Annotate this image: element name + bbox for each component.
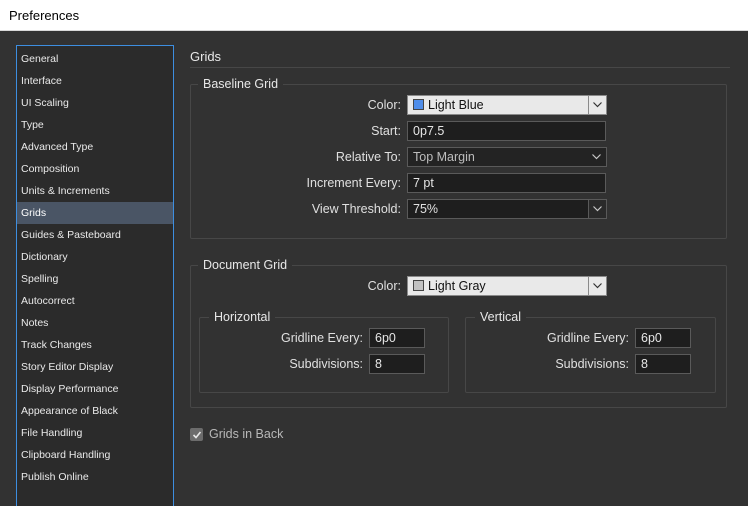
sidebar-item-file-handling[interactable]: File Handling <box>17 422 173 444</box>
view-threshold-combo[interactable]: 75% <box>407 199 607 219</box>
baseline-start-field[interactable]: 0p7.5 <box>407 121 606 141</box>
increment-every-field[interactable]: 7 pt <box>407 173 606 193</box>
chevron-down-icon[interactable] <box>588 148 606 166</box>
vertical-subdivisions-field[interactable]: 8 <box>635 354 691 374</box>
sidebar-item-publish-online[interactable]: Publish Online <box>17 466 173 488</box>
sidebar-item-appearance-of-black[interactable]: Appearance of Black <box>17 400 173 422</box>
horizontal-subdivisions-label: Subdivisions: <box>289 357 363 371</box>
window-title: Preferences <box>0 0 748 31</box>
baseline-start-label: Start: <box>371 124 401 138</box>
preferences-sidebar: General Interface UI Scaling Type Advanced T… <box>16 45 174 506</box>
grids-in-back-checkbox[interactable] <box>190 428 203 441</box>
panel-divider <box>190 67 730 68</box>
increment-every-label: Increment Every: <box>306 176 401 190</box>
sidebar-item-units-increments[interactable]: Units & Increments <box>17 180 173 202</box>
sidebar-item-story-editor-display[interactable]: Story Editor Display <box>17 356 173 378</box>
sidebar-item-notes[interactable]: Notes <box>17 312 173 334</box>
baseline-color-label: Color: <box>367 98 401 112</box>
baseline-color-dropdown[interactable]: Light Blue <box>407 95 607 115</box>
sidebar-item-grids[interactable]: Grids <box>17 202 173 224</box>
view-threshold-value: 75% <box>413 202 439 216</box>
vertical-gridline-field[interactable]: 6p0 <box>635 328 691 348</box>
relative-to-dropdown[interactable]: Top Margin <box>407 147 607 167</box>
sidebar-item-ui-scaling[interactable]: UI Scaling <box>17 92 173 114</box>
horizontal-gridline-label: Gridline Every: <box>281 331 363 345</box>
document-color-dropdown[interactable]: Light Gray <box>407 276 607 296</box>
panel-title: Grids <box>190 49 222 64</box>
chevron-down-icon[interactable] <box>588 96 606 114</box>
baseline-color-swatch <box>413 99 424 110</box>
sidebar-item-advanced-type[interactable]: Advanced Type <box>17 136 173 158</box>
sidebar-item-track-changes[interactable]: Track Changes <box>17 334 173 356</box>
checkmark-icon <box>192 431 202 439</box>
baseline-grid-title: Baseline Grid <box>198 77 284 91</box>
sidebar-item-dictionary[interactable]: Dictionary <box>17 246 173 268</box>
vertical-title: Vertical <box>475 310 526 324</box>
sidebar-item-interface[interactable]: Interface <box>17 70 173 92</box>
sidebar-item-composition[interactable]: Composition <box>17 158 173 180</box>
vertical-subdivisions-label: Subdivisions: <box>555 357 629 371</box>
sidebar-item-display-performance[interactable]: Display Performance <box>17 378 173 400</box>
sidebar-item-clipboard-handling[interactable]: Clipboard Handling <box>17 444 173 466</box>
chevron-down-icon[interactable] <box>588 200 606 218</box>
document-color-label: Color: <box>367 279 401 293</box>
baseline-color-value: Light Blue <box>428 98 484 112</box>
document-grid-title: Document Grid <box>198 258 293 272</box>
sidebar-item-guides-pasteboard[interactable]: Guides & Pasteboard <box>17 224 173 246</box>
horizontal-gridline-field[interactable]: 6p0 <box>369 328 425 348</box>
relative-to-value: Top Margin <box>413 150 475 164</box>
document-color-swatch <box>413 280 424 291</box>
grids-in-back-label[interactable]: Grids in Back <box>209 427 283 441</box>
sidebar-item-spelling[interactable]: Spelling <box>17 268 173 290</box>
sidebar-item-general[interactable]: General <box>17 48 173 70</box>
chevron-down-icon[interactable] <box>588 277 606 295</box>
vertical-gridline-label: Gridline Every: <box>547 331 629 345</box>
sidebar-item-type[interactable]: Type <box>17 114 173 136</box>
view-threshold-label: View Threshold: <box>311 202 401 216</box>
relative-to-label: Relative To: <box>335 150 401 164</box>
horizontal-title: Horizontal <box>209 310 276 324</box>
document-color-value: Light Gray <box>428 279 486 293</box>
sidebar-item-autocorrect[interactable]: Autocorrect <box>17 290 173 312</box>
horizontal-subdivisions-field[interactable]: 8 <box>369 354 425 374</box>
